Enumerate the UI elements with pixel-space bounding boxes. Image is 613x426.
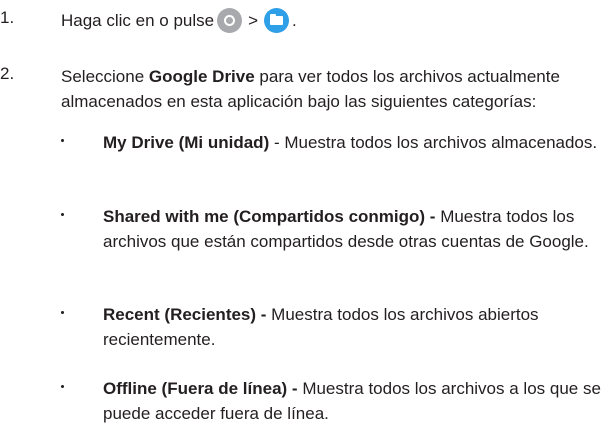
list-item-text: Shared with me (Compartidos conmigo) - M…: [103, 204, 601, 254]
list-item-bold: Offline (Fuera de línea) -: [103, 379, 298, 398]
list-item-text: Recent (Recientes) - Muestra todos los a…: [103, 302, 601, 352]
list-item-bold: My Drive (Mi unidad): [103, 133, 270, 152]
step-2-bold: Google Drive: [148, 67, 255, 86]
step-number: 1.: [0, 8, 15, 27]
step-2-text-before: Seleccione: [61, 67, 149, 86]
separator-arrow: >: [248, 11, 259, 30]
step-1-period: .: [292, 11, 297, 30]
list-item-bold: Shared with me (Compartidos conmigo) -: [103, 207, 436, 226]
bullet-icon: [61, 311, 64, 314]
step-text: Haga clic en o pulse > .: [61, 8, 613, 33]
list-item-text: Offline (Fuera de línea) - Muestra todos…: [103, 376, 601, 426]
step-1-text: Haga clic en o pulse: [61, 11, 215, 30]
list-item-bold: Recent (Recientes) -: [103, 305, 267, 324]
launcher-icon: [217, 8, 243, 33]
step-text: Seleccione Google Drive para ver todos l…: [61, 64, 613, 114]
files-app-icon: [264, 8, 290, 33]
list-item-text: My Drive (Mi unidad) - Muestra todos los…: [103, 130, 601, 155]
step-number: 2.: [0, 64, 15, 83]
bullet-icon: [61, 385, 64, 388]
list-item-desc: - Muestra todos los archivos almacenados…: [269, 133, 598, 152]
bullet-icon: [61, 139, 64, 142]
bullet-icon: [61, 213, 64, 216]
